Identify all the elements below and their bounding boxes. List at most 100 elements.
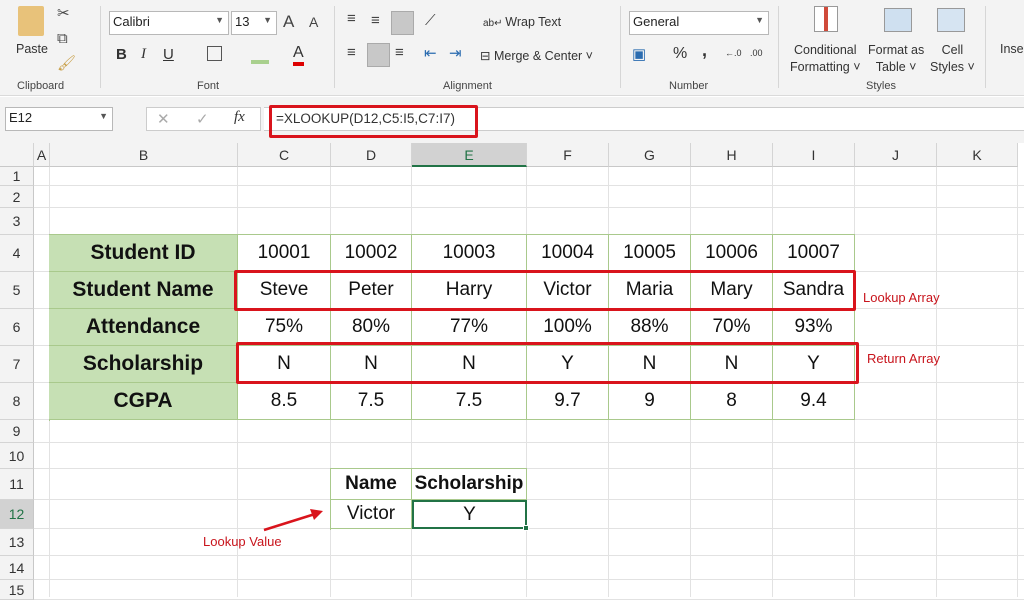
column-header-H[interactable]: H [691,143,773,167]
borders-icon[interactable] [207,46,222,61]
accounting-format-icon[interactable]: ▣ [632,45,646,63]
table-cell[interactable]: 70% [691,309,773,346]
column-header-A[interactable]: A [34,143,50,167]
table-cell[interactable]: 9.7 [527,383,609,420]
column-header-D[interactable]: D [331,143,412,167]
wrap-text-button[interactable]: ab↵ Wrap Text [483,15,561,29]
table-cell[interactable]: 8 [691,383,773,420]
enter-icon[interactable]: ✓ [196,110,209,128]
formula-bar-area: E12 ▼ ✕ ✓ fx =XLOOKUP(D12,C5:I5,C7:I7) [0,97,1024,143]
lookup-cell[interactable]: Victor [331,500,412,529]
paste-button[interactable]: Paste [16,42,48,56]
format-as-table-button[interactable]: Format as Table ˅ [868,42,924,76]
increase-decimal-button[interactable]: ←.0 [725,48,742,58]
column-header-K[interactable]: K [937,143,1018,167]
row-header-8[interactable]: 8 [0,383,34,420]
formula-highlight-box [269,105,478,138]
align-top-icon[interactable]: ≡ [347,10,356,27]
wrap-text-icon: ab↵ [483,18,506,29]
column-header-B[interactable]: B [50,143,238,167]
column-header-F[interactable]: F [527,143,609,167]
cell-styles-button[interactable]: Cell Styles ˅ [930,42,975,76]
merge-center-button[interactable]: ⊟ Merge & Center ˅ [480,48,593,63]
conditional-formatting-button[interactable]: Conditional Formatting ˅ [790,42,861,76]
insert-button[interactable]: Inse [1000,42,1024,56]
align-left-icon[interactable]: ≡ [347,44,356,61]
percent-button[interactable]: % [673,45,687,63]
table-cell[interactable]: 7.5 [331,383,412,420]
orientation-icon[interactable]: ⟋ [425,12,436,29]
table-cell[interactable]: 10005 [609,235,691,272]
gridline [34,579,1024,580]
row-header-12[interactable]: 12 [0,500,34,529]
format-painter-icon[interactable]: 🖌 [57,54,76,72]
row-header-11[interactable]: 11 [0,469,34,500]
font-color-button[interactable]: A [293,44,304,66]
number-format-select[interactable]: General ▼ [629,11,769,35]
column-header-J[interactable]: J [855,143,937,167]
row-header-15[interactable]: 15 [0,580,34,600]
align-bottom-button[interactable] [391,11,414,35]
row-header-5[interactable]: 5 [0,272,34,309]
name-box[interactable]: E12 ▼ [5,107,113,131]
shrink-font-icon[interactable]: A [309,14,318,30]
fill-handle[interactable] [523,525,529,531]
row-header-14[interactable]: 14 [0,556,34,580]
decrease-decimal-button[interactable]: .00 [750,48,763,58]
column-header-I[interactable]: I [773,143,855,167]
label: Format as [868,43,925,57]
row-header-4[interactable]: 4 [0,235,34,272]
column-header-C[interactable]: C [238,143,331,167]
comma-button[interactable]: , [702,40,707,61]
divider [620,6,621,88]
column-header-G[interactable]: G [609,143,691,167]
row-header-6[interactable]: 6 [0,309,34,346]
underline-button[interactable]: U [163,46,174,63]
table-cell[interactable]: 10001 [238,235,331,272]
row-header-10[interactable]: 10 [0,443,34,469]
row-header-9[interactable]: 9 [0,420,34,443]
fill-color-icon[interactable] [251,60,269,64]
table-cell[interactable]: 10002 [331,235,412,272]
italic-button[interactable]: I [141,46,146,63]
divider [778,6,779,88]
align-center-button[interactable] [367,43,390,67]
row-header-7[interactable]: 7 [0,346,34,383]
lookup-cell[interactable]: Y [412,500,527,529]
row-header-1[interactable]: 1 [0,167,34,186]
insert-function-button[interactable]: fx [234,109,245,126]
column-header-E[interactable]: E [412,143,527,167]
select-all-button[interactable] [0,143,34,167]
grow-font-icon[interactable]: A [283,12,294,32]
row-header-3[interactable]: 3 [0,208,34,235]
align-right-icon[interactable]: ≡ [395,44,404,61]
table-cell[interactable]: 9 [609,383,691,420]
divider [334,6,335,88]
table-cell[interactable]: 77% [412,309,527,346]
table-cell[interactable]: 80% [331,309,412,346]
cancel-icon[interactable]: ✕ [157,110,170,128]
table-cell[interactable]: 10004 [527,235,609,272]
table-cell[interactable]: 88% [609,309,691,346]
table-cell[interactable]: 10006 [691,235,773,272]
row-header-13[interactable]: 13 [0,529,34,556]
font-size-select[interactable]: 13 ▼ [231,11,277,35]
table-cell[interactable]: 100% [527,309,609,346]
table-cell[interactable]: 7.5 [412,383,527,420]
bold-button[interactable]: B [116,46,127,63]
copy-icon[interactable]: ⧉ [57,30,68,47]
table-cell[interactable]: 93% [773,309,855,346]
label: Formatting [790,60,850,74]
table-cell[interactable]: 75% [238,309,331,346]
cut-icon[interactable]: ✂ [57,4,70,22]
table-cell[interactable]: 10003 [412,235,527,272]
decrease-indent-icon[interactable]: ⇤ [424,44,437,62]
increase-indent-icon[interactable]: ⇥ [449,44,462,62]
table-cell[interactable]: 8.5 [238,383,331,420]
row-header-2[interactable]: 2 [0,186,34,208]
align-middle-icon[interactable]: ≡ [371,12,380,29]
font-name-select[interactable]: Calibri ▼ [109,11,229,35]
table-cell[interactable]: 9.4 [773,383,855,420]
table-cell[interactable]: 10007 [773,235,855,272]
return-array-box [236,342,859,384]
